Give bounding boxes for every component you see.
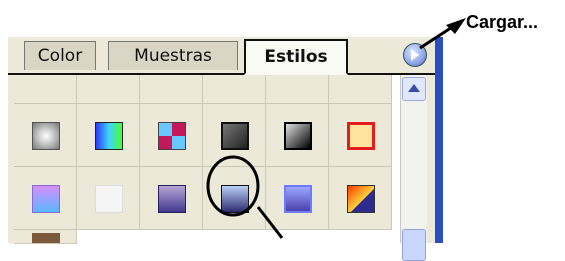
style-red-frame bbox=[347, 122, 375, 150]
style-wood bbox=[32, 233, 60, 243]
style-cell[interactable] bbox=[140, 104, 203, 167]
vertical-scrollbar[interactable] bbox=[400, 75, 427, 261]
style-cell[interactable] bbox=[203, 167, 266, 230]
style-blue-gradient-selected bbox=[221, 185, 249, 213]
style-cell[interactable] bbox=[329, 167, 392, 230]
style-dark-bevel bbox=[221, 122, 249, 150]
style-cell[interactable] bbox=[203, 104, 266, 167]
style-purple-gradient bbox=[158, 185, 186, 213]
style-blue-inset bbox=[284, 185, 312, 213]
callout-arrow-head bbox=[446, 18, 466, 34]
style-sparkle bbox=[32, 122, 60, 150]
style-cell[interactable] bbox=[77, 104, 140, 167]
style-cell-top-1[interactable] bbox=[77, 75, 140, 104]
styles-grid bbox=[14, 75, 400, 244]
style-sunset bbox=[347, 185, 375, 213]
style-rainbow bbox=[95, 122, 123, 150]
load-styles-button[interactable] bbox=[403, 43, 427, 67]
style-cell-top-0[interactable] bbox=[14, 75, 77, 104]
panel-right-border bbox=[435, 37, 443, 243]
style-pinwheel bbox=[158, 122, 186, 150]
style-cell-bottom[interactable] bbox=[14, 230, 77, 244]
style-cell[interactable] bbox=[14, 167, 77, 230]
style-cell-top-4[interactable] bbox=[266, 75, 329, 104]
style-cell-top-5[interactable] bbox=[329, 75, 392, 104]
style-cell[interactable] bbox=[140, 167, 203, 230]
tab-muestras[interactable]: Muestras bbox=[108, 41, 238, 70]
style-cell-top-2[interactable] bbox=[140, 75, 203, 104]
style-cell[interactable] bbox=[14, 104, 77, 167]
panel-tabs: Color Muestras Estilos bbox=[8, 37, 435, 75]
scroll-up-button[interactable] bbox=[402, 77, 426, 101]
style-cell-top-3[interactable] bbox=[203, 75, 266, 104]
scroll-thumb[interactable] bbox=[402, 229, 426, 261]
styles-panel: Color Muestras Estilos bbox=[8, 37, 443, 261]
play-icon bbox=[411, 49, 419, 61]
style-cell[interactable] bbox=[266, 167, 329, 230]
style-cell[interactable] bbox=[77, 167, 140, 230]
style-black-glass bbox=[284, 122, 312, 150]
style-blank bbox=[95, 185, 123, 213]
cargar-callout: Cargar... bbox=[466, 12, 539, 32]
style-pink-button bbox=[32, 185, 60, 213]
tab-color[interactable]: Color bbox=[24, 41, 96, 70]
style-cell[interactable] bbox=[266, 104, 329, 167]
style-cell[interactable] bbox=[329, 104, 392, 167]
tab-estilos[interactable]: Estilos bbox=[244, 39, 348, 75]
